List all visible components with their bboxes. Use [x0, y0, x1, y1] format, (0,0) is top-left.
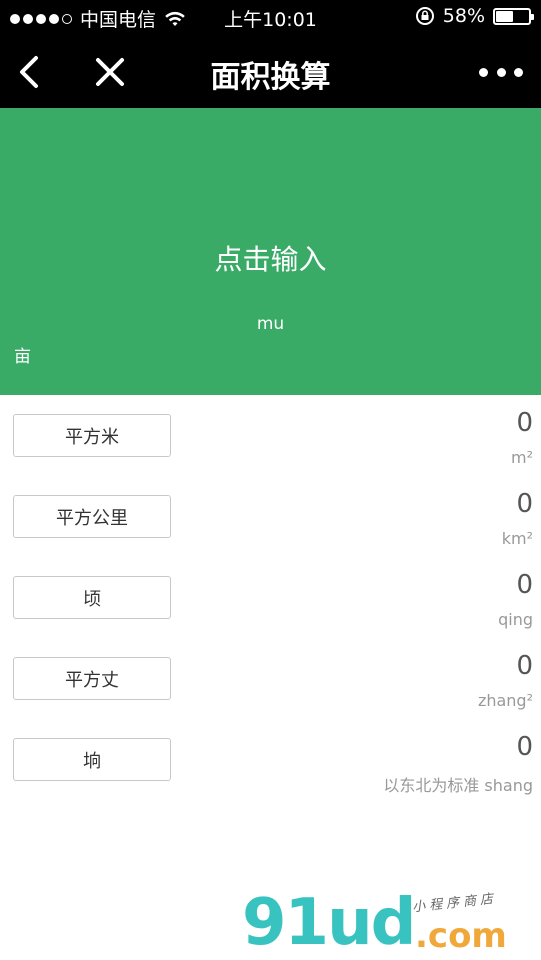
- watermark-logo-text: 91ud: [242, 886, 416, 960]
- current-unit-name: 亩: [14, 347, 31, 367]
- input-prompt[interactable]: 点击输入: [0, 238, 541, 278]
- unit-button-qing[interactable]: 顷: [13, 576, 171, 619]
- input-panel[interactable]: 点击输入 mu 亩: [0, 108, 541, 395]
- converted-value: 0: [516, 489, 533, 519]
- more-dot-icon: [514, 67, 523, 77]
- more-dot-icon: [496, 67, 506, 77]
- conversion-row: 平方丈 0 zhang²: [0, 651, 541, 727]
- battery-icon: [493, 7, 534, 25]
- unit-symbol: 以东北为标准 shang: [383, 776, 533, 795]
- nav-bar: 面积换算: [0, 36, 541, 108]
- rotation-lock-icon: [415, 7, 434, 25]
- conversion-row: 平方米 0 m²: [0, 408, 541, 484]
- conversion-row: 垧 0 以东北为标准 shang: [0, 732, 541, 808]
- watermark-logo: 91ud 小程序商店 .com: [240, 888, 540, 960]
- converted-value: 0: [516, 570, 533, 600]
- status-bar: 中国电信 上午10:01 58%: [0, 0, 541, 36]
- page-title: 面积换算: [210, 60, 331, 95]
- conversion-row: 顷 0 qing: [0, 570, 541, 646]
- conversion-row: 平方公里 0 km²: [0, 489, 541, 565]
- battery-fill: [496, 10, 513, 22]
- more-button[interactable]: [479, 58, 523, 86]
- current-unit-code: mu: [256, 314, 285, 334]
- unit-button-square-kilometer[interactable]: 平方公里: [13, 495, 171, 538]
- status-right: 58%: [415, 5, 534, 27]
- unit-button-shang[interactable]: 垧: [13, 738, 171, 781]
- converted-value: 0: [516, 408, 533, 438]
- unit-symbol: zhang²: [477, 691, 533, 710]
- unit-symbol: km²: [501, 529, 533, 548]
- unit-symbol: m²: [511, 448, 533, 467]
- watermark-tagline: 小程序商店: [411, 891, 498, 916]
- watermark-suffix: .com: [415, 916, 507, 956]
- unit-button-square-meter[interactable]: 平方米: [13, 414, 171, 457]
- unit-symbol: qing: [498, 610, 533, 629]
- converted-value: 0: [516, 651, 533, 681]
- battery-percent: 58%: [442, 5, 485, 27]
- more-dot-icon: [479, 67, 488, 77]
- converted-value: 0: [516, 732, 533, 762]
- unit-button-square-zhang[interactable]: 平方丈: [13, 657, 171, 700]
